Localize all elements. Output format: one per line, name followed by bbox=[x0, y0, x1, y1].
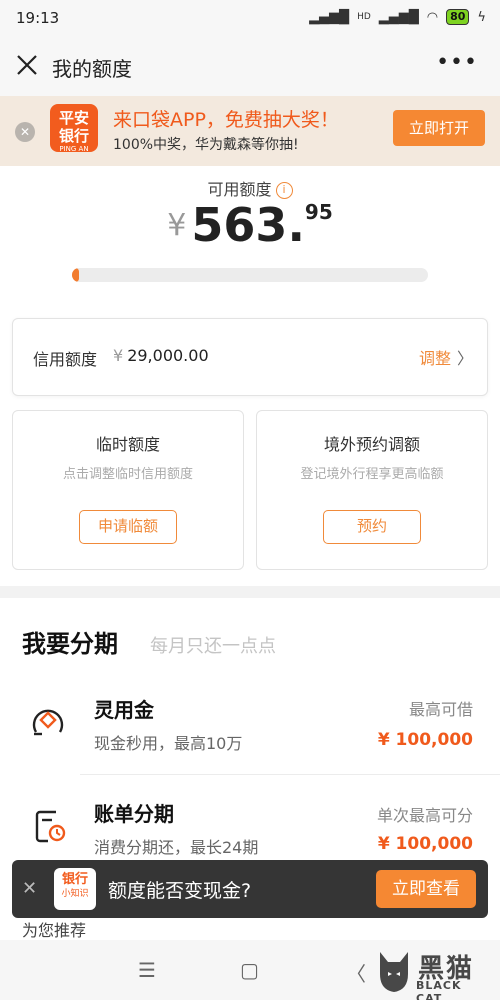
credit-value-text: 29,000.00 bbox=[127, 346, 209, 365]
bill-clock-icon bbox=[35, 810, 66, 843]
more-icon[interactable]: ••• bbox=[436, 50, 478, 75]
status-bar: 19:13 ▂▄▆█ HD ▂▄▆█ ◠ 80 ϟ bbox=[0, 0, 500, 36]
list-item-bill-installment[interactable]: 账单分期 消费分期还，最长24期 单次最高可分 ¥ 100,000 bbox=[0, 776, 500, 860]
ad-headline: 来口袋APP，免费抽大奖！ bbox=[113, 109, 339, 131]
list-item-lingyongjin[interactable]: 灵用金 现金秒用，最高10万 最高可借 ¥ 100,000 bbox=[0, 680, 500, 774]
view-now-button[interactable]: 立即查看 bbox=[376, 870, 476, 908]
back-icon[interactable]: 〈 bbox=[346, 958, 366, 987]
temp-credit-subtitle: 点击调整临时信用额度 bbox=[62, 467, 193, 482]
info-icon[interactable]: i bbox=[275, 182, 293, 199]
item-right-label: 单次最高可分 bbox=[376, 806, 473, 825]
black-cat-watermark: 黑猫 BLACK CAT bbox=[372, 946, 492, 1000]
bank-tips-logo: 银行 小知识 bbox=[54, 868, 96, 910]
credit-limit-value: ¥29,000.00 bbox=[113, 346, 209, 365]
page-title: 我的额度 bbox=[52, 57, 132, 81]
amount-decimal: 95 bbox=[304, 200, 333, 224]
available-amount: ¥ 563.95 bbox=[0, 198, 500, 252]
item-title: 账单分期 bbox=[94, 802, 174, 826]
progress-fill bbox=[72, 268, 79, 282]
toast-close-icon[interactable]: ✕ bbox=[22, 878, 37, 899]
reserve-button[interactable]: 预约 bbox=[323, 510, 421, 544]
overseas-credit-title: 境外预约调额 bbox=[323, 435, 420, 454]
home-icon[interactable]: ▢ bbox=[240, 958, 259, 982]
coin-icon bbox=[32, 709, 64, 736]
installments-subtitle: 每月只还一点点 bbox=[150, 636, 276, 657]
signal-icon: ▂▄▆█ bbox=[309, 9, 350, 25]
ad-subline: 100%中奖，华为戴森等你抽! bbox=[113, 137, 299, 153]
open-app-button[interactable]: 立即打开 bbox=[393, 110, 485, 146]
overseas-credit-subtitle: 登记境外行程享更高临额 bbox=[300, 467, 444, 482]
watermark-line2: BLACK CAT bbox=[416, 979, 462, 1000]
item-title: 灵用金 bbox=[94, 698, 154, 722]
wifi-icon: ◠ bbox=[426, 9, 439, 25]
status-time: 19:13 bbox=[16, 9, 60, 27]
tip-toast: ✕ 银行 小知识 额度能否变现金? 立即查看 bbox=[12, 860, 488, 918]
ad-banner: ✕ 平安 银行 PING AN 来口袋APP，免费抽大奖！ 100%中奖，华为戴… bbox=[0, 96, 500, 166]
battery-icon: 80 bbox=[446, 9, 470, 25]
divider bbox=[80, 774, 500, 775]
charging-icon: ϟ bbox=[477, 9, 486, 25]
item-desc: 消费分期还，最长24期 bbox=[94, 838, 259, 857]
toast-logo-line1: 银行 bbox=[61, 872, 88, 887]
apply-temp-credit-button[interactable]: 申请临额 bbox=[79, 510, 177, 544]
status-icons: ▂▄▆█ HD ▂▄▆█ ◠ 80 ϟ bbox=[309, 9, 486, 25]
adjust-link[interactable]: 调整〉 bbox=[419, 345, 473, 369]
recommend-label: 为您推荐 bbox=[22, 921, 87, 940]
overseas-credit-card[interactable]: 境外预约调额 登记境外行程享更高临额 预约 bbox=[256, 410, 488, 570]
ping-an-logo: 平安 银行 PING AN bbox=[50, 104, 98, 153]
signal-icon-2: ▂▄▆█ bbox=[378, 9, 419, 25]
cat-logo-icon bbox=[380, 952, 408, 992]
credit-limit-card[interactable]: 信用额度 ¥29,000.00 调整〉 bbox=[12, 318, 488, 396]
logo-line1: 平安 bbox=[58, 109, 89, 127]
credit-limit-label: 信用额度 bbox=[33, 350, 98, 369]
installments-title: 我要分期 bbox=[22, 630, 118, 658]
toast-logo-line2: 小知识 bbox=[61, 889, 89, 899]
ad-close-icon[interactable]: ✕ bbox=[15, 122, 35, 142]
item-amount: ¥ 100,000 bbox=[377, 730, 473, 750]
temp-credit-title: 临时额度 bbox=[95, 435, 160, 454]
logo-line2: 银行 bbox=[58, 127, 89, 145]
available-credit-label: 可用额度 i bbox=[0, 176, 500, 200]
available-label-text: 可用额度 bbox=[207, 180, 272, 199]
credit-usage-progress bbox=[72, 268, 428, 282]
item-desc: 现金秒用，最高10万 bbox=[94, 734, 243, 753]
menu-icon[interactable]: ☰ bbox=[138, 958, 156, 982]
amount-integer: 563. bbox=[191, 198, 305, 252]
chevron-right-icon: 〉 bbox=[456, 349, 473, 368]
item-amount: ¥ 100,000 bbox=[377, 834, 473, 854]
item-right-label: 最高可借 bbox=[408, 700, 473, 719]
nav-bar: 我的额度 ••• bbox=[0, 36, 500, 96]
temp-credit-card[interactable]: 临时额度 点击调整临时信用额度 申请临额 bbox=[12, 410, 244, 570]
hd-label: HD bbox=[357, 12, 371, 22]
currency-symbol: ¥ bbox=[167, 208, 187, 243]
toast-message: 额度能否变现金? bbox=[108, 880, 252, 902]
adjust-label: 调整 bbox=[418, 349, 451, 368]
logo-sub: PING AN bbox=[59, 145, 89, 153]
credit-currency: ¥ bbox=[113, 346, 124, 365]
close-icon[interactable] bbox=[14, 52, 40, 78]
